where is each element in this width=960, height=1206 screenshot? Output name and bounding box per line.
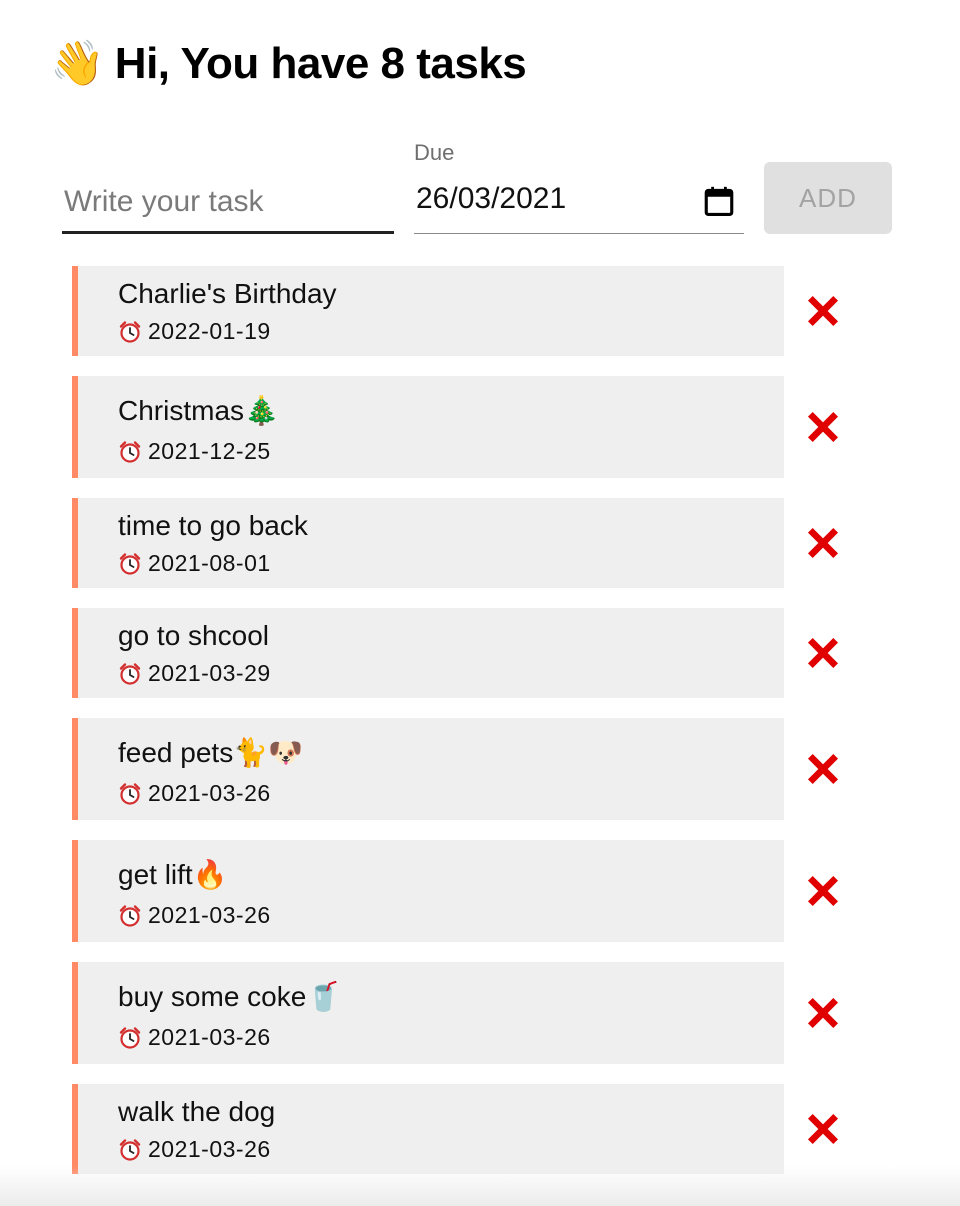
delete-task-button[interactable] (804, 1110, 842, 1148)
task-item[interactable]: time to go back 2021-08-01 (72, 498, 784, 588)
task-name: buy some coke🥤 (118, 981, 342, 1012)
alarm-clock-icon (119, 552, 141, 575)
task-due-date: 2021-12-25 (148, 438, 271, 464)
alarm-clock-icon (119, 782, 141, 805)
task-due-date: 2021-08-01 (148, 550, 271, 576)
task-due-date: 2022-01-19 (148, 318, 271, 344)
due-date-value: 26/03/2021 (416, 182, 567, 215)
alarm-clock-icon (119, 662, 141, 685)
calendar-icon[interactable] (702, 184, 736, 218)
task-due-row: 2021-08-01 (118, 550, 271, 577)
task-item[interactable]: feed pets🐈🐶 2021-03-26 (72, 718, 784, 820)
task-due-date: 2021-03-26 (148, 1136, 271, 1162)
delete-task-button[interactable] (804, 634, 842, 672)
task-name: feed pets🐈🐶 (118, 737, 303, 768)
delete-task-button[interactable] (804, 408, 842, 446)
delete-task-button[interactable] (804, 750, 842, 788)
task-name: Charlie's Birthday (118, 278, 337, 309)
alarm-clock-icon (119, 320, 141, 343)
task-name: go to shcool (118, 620, 269, 651)
task-item[interactable]: get lift🔥 2021-03-26 (72, 840, 784, 942)
task-input-field (62, 176, 394, 234)
page-title: Hi, You have 8 tasks (114, 39, 527, 88)
task-due-row: 2021-03-29 (118, 660, 271, 687)
task-due-date: 2021-03-26 (148, 780, 271, 806)
alarm-clock-icon (119, 1026, 141, 1049)
due-label: Due (414, 140, 455, 165)
task-input[interactable] (62, 176, 394, 228)
task-due-row: 2021-03-26 (118, 1136, 271, 1163)
task-item[interactable]: Christmas🎄 2021-12-25 (72, 376, 784, 478)
task-name: Christmas🎄 (118, 395, 279, 426)
task-due-date: 2021-03-26 (148, 1024, 271, 1050)
add-button[interactable]: ADD (764, 162, 892, 234)
task-due-row: 2021-12-25 (118, 438, 271, 465)
task-item[interactable]: Charlie's Birthday 2022-01-19 (72, 266, 784, 356)
task-due-row: 2022-01-19 (118, 318, 271, 345)
delete-task-button[interactable] (804, 994, 842, 1032)
task-due-row: 2021-03-26 (118, 1024, 271, 1051)
todo-page: 👋 Hi, You have 8 tasks Due 26/03/2021 AD… (0, 0, 960, 1206)
alarm-clock-icon (119, 1138, 141, 1161)
bottom-shadow (0, 1166, 960, 1206)
delete-task-button[interactable] (804, 292, 842, 330)
delete-task-button[interactable] (804, 524, 842, 562)
due-date-field: Due 26/03/2021 (414, 140, 744, 234)
page-header: 👋 Hi, You have 8 tasks (50, 36, 527, 92)
task-item[interactable]: walk the dog 2021-03-26 (72, 1084, 784, 1174)
task-name: get lift🔥 (118, 859, 228, 890)
task-item[interactable]: go to shcool 2021-03-29 (72, 608, 784, 698)
task-name: walk the dog (118, 1096, 276, 1127)
task-due-date: 2021-03-26 (148, 902, 271, 928)
due-date-input[interactable]: 26/03/2021 (414, 174, 744, 234)
waving-hand-icon: 👋 (50, 38, 105, 89)
delete-task-button[interactable] (804, 872, 842, 910)
alarm-clock-icon (119, 904, 141, 927)
task-due-date: 2021-03-29 (148, 660, 271, 686)
task-item[interactable]: buy some coke🥤 2021-03-26 (72, 962, 784, 1064)
task-due-row: 2021-03-26 (118, 780, 271, 807)
task-due-row: 2021-03-26 (118, 902, 271, 929)
alarm-clock-icon (119, 440, 141, 463)
task-name: time to go back (118, 510, 308, 541)
